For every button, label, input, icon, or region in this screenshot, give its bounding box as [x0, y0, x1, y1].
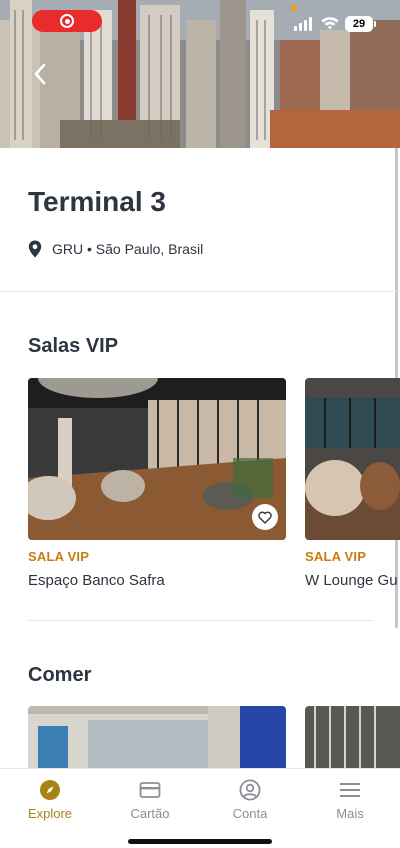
user-circle-icon: [239, 779, 261, 801]
divider: [28, 620, 373, 621]
divider: [0, 291, 400, 292]
home-indicator[interactable]: [128, 839, 272, 844]
tab-card[interactable]: Cartão: [100, 779, 200, 821]
tab-label: Conta: [232, 806, 268, 821]
hero-image: 29: [0, 0, 400, 148]
heart-icon: [258, 511, 272, 524]
lounge-photo: [28, 378, 286, 540]
page-title: Terminal 3: [28, 186, 166, 217]
map-pin-icon: [28, 240, 42, 258]
tab-label: Cartão: [130, 806, 170, 821]
compass-icon: [40, 780, 60, 800]
location-text: GRU • São Paulo, Brasil: [52, 241, 204, 257]
tab-label: Explore: [27, 806, 73, 821]
card-title: Espaço Banco Safra: [28, 572, 165, 589]
terminal-content[interactable]: Terminal 3 GRU • São Paulo, Brasil Salas…: [0, 148, 400, 768]
location-row: GRU • São Paulo, Brasil: [28, 240, 203, 258]
food-card-photo[interactable]: [28, 706, 286, 768]
tab-more[interactable]: Mais: [300, 779, 400, 821]
section-title-lounges: Salas VIP: [28, 335, 119, 357]
favorite-button[interactable]: [252, 504, 278, 530]
tab-label: Mais: [336, 806, 364, 821]
section-title-food: Comer: [28, 664, 92, 686]
chevron-left-icon: [34, 63, 46, 85]
lounge-card[interactable]: SALA VIP W Lounge Gu: [305, 378, 400, 589]
lounge-photo: [305, 378, 400, 540]
privacy-dot: [291, 5, 297, 11]
food-card-photo[interactable]: [305, 706, 400, 768]
screen-recording-indicator[interactable]: [32, 10, 102, 32]
menu-icon: [340, 783, 360, 797]
card-icon: [139, 782, 161, 798]
wifi-icon: [321, 17, 339, 30]
battery-indicator: 29: [345, 16, 376, 32]
card-category: SALA VIP: [28, 549, 90, 564]
tab-account[interactable]: Conta: [200, 779, 300, 821]
cellular-signal-icon: [294, 17, 314, 31]
bottom-tab-bar: Explore Cartão Conta Mais: [0, 768, 400, 848]
record-icon: [60, 14, 74, 28]
card-category: SALA VIP: [305, 549, 367, 564]
status-bar: 29: [0, 0, 400, 44]
lounge-card[interactable]: SALA VIP Espaço Banco Safra: [28, 378, 286, 589]
tab-explore[interactable]: Explore: [0, 779, 100, 821]
card-title: W Lounge Gu: [305, 572, 398, 589]
back-button[interactable]: [26, 60, 54, 88]
